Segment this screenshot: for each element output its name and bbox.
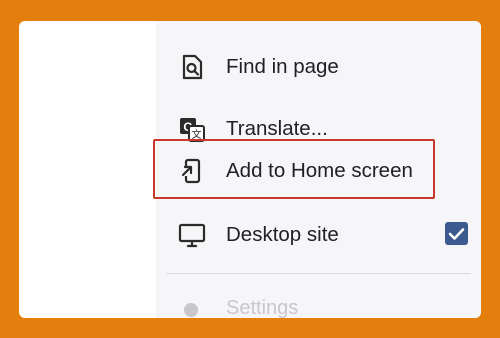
find-in-page-icon bbox=[182, 54, 203, 80]
menu-item-label: Add to Home screen bbox=[226, 159, 413, 182]
menu-item-label: Desktop site bbox=[226, 223, 339, 246]
desktop-site-checkbox[interactable] bbox=[445, 222, 468, 245]
add-to-home-screen-icon bbox=[181, 158, 201, 184]
settings-icon bbox=[184, 303, 198, 317]
menu-item-label: Find in page bbox=[226, 55, 339, 78]
menu-item-add-to-home-screen[interactable]: Add to Home screen bbox=[156, 143, 481, 199]
desktop-icon bbox=[178, 223, 206, 248]
overflow-menu: Find in page G 文 Translate... Add to Hom… bbox=[153, 21, 481, 318]
screenshot-card: Find in page G 文 Translate... Add to Hom… bbox=[19, 21, 481, 318]
checkmark-icon bbox=[448, 228, 465, 240]
menu-item-desktop-site[interactable]: Desktop site bbox=[156, 207, 481, 263]
menu-divider bbox=[166, 273, 471, 274]
menu-item-settings-partial[interactable]: Settings bbox=[226, 297, 298, 318]
menu-item-find-in-page[interactable]: Find in page bbox=[156, 39, 481, 95]
